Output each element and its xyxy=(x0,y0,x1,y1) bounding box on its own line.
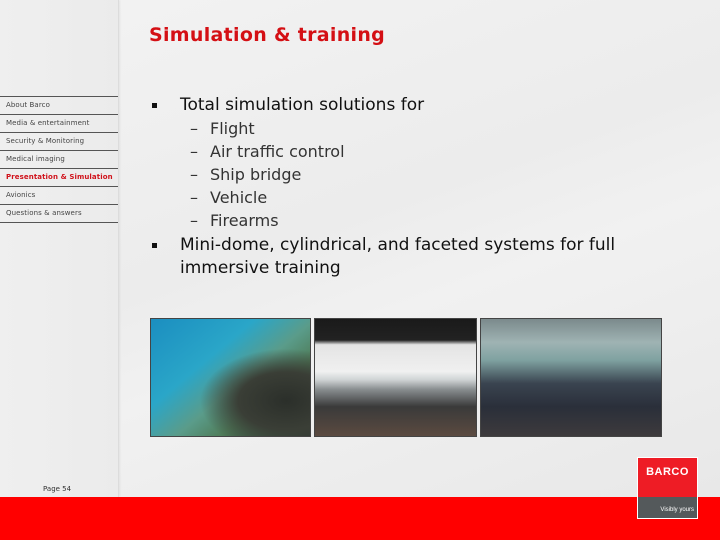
bullet-item: Total simulation solutions for xyxy=(149,94,709,117)
sub-bullet-text: Firearms xyxy=(210,211,279,230)
dash-icon: – xyxy=(190,142,198,161)
sub-bullet-item: – Vehicle xyxy=(149,186,709,209)
dash-icon: – xyxy=(190,188,198,207)
bullet-text: Total simulation solutions for xyxy=(180,95,425,115)
dash-icon: – xyxy=(190,165,198,184)
sidebar-item-security-monitoring[interactable]: Security & Monitoring xyxy=(0,133,118,151)
sidebar-item-presentation-simulation[interactable]: Presentation & Simulation xyxy=(0,169,118,187)
sub-bullet-list: – Flight – Air traffic control – Ship br… xyxy=(149,117,709,232)
sub-bullet-text: Flight xyxy=(210,119,255,138)
bullet-text: Mini-dome, cylindrical, and faceted syst… xyxy=(180,235,616,278)
slide-title: Simulation & training xyxy=(149,24,386,46)
sidebar-item-avionics[interactable]: Avionics xyxy=(0,187,118,205)
sub-bullet-item: – Ship bridge xyxy=(149,163,709,186)
bullet-item: Mini-dome, cylindrical, and faceted syst… xyxy=(149,234,709,280)
logo-tagline-band: Visibly yours xyxy=(638,497,697,518)
sidebar-item-about-barco[interactable]: About Barco xyxy=(0,97,118,115)
square-bullet-icon xyxy=(152,243,157,248)
sidebar-item-media-entertainment[interactable]: Media & entertainment xyxy=(0,115,118,133)
sub-bullet-text: Vehicle xyxy=(210,188,268,207)
footer-bar xyxy=(0,497,720,540)
page-number: Page 54 xyxy=(43,485,72,493)
logo-tagline: Visibly yours xyxy=(660,507,694,513)
naval-training-photo xyxy=(480,318,662,437)
slide-content: Total simulation solutions for – Flight … xyxy=(149,94,709,280)
dash-icon: – xyxy=(190,211,198,230)
flight-simulator-photo xyxy=(150,318,311,437)
sidebar-item-medical-imaging[interactable]: Medical imaging xyxy=(0,151,118,169)
sub-bullet-text: Air traffic control xyxy=(210,142,345,161)
sub-bullet-item: – Firearms xyxy=(149,209,709,232)
sidebar-item-questions-answers[interactable]: Questions & answers xyxy=(0,205,118,223)
sub-bullet-item: – Air traffic control xyxy=(149,140,709,163)
ship-bridge-simulator-photo xyxy=(314,318,477,437)
sidebar: About Barco Media & entertainment Securi… xyxy=(0,0,119,497)
logo-wordmark: BARCO xyxy=(646,466,689,478)
sidebar-nav: About Barco Media & entertainment Securi… xyxy=(0,96,118,223)
square-bullet-icon xyxy=(152,103,157,108)
dash-icon: – xyxy=(190,119,198,138)
barco-logo: BARCO Visibly yours xyxy=(637,457,698,519)
sub-bullet-item: – Flight xyxy=(149,117,709,140)
sub-bullet-text: Ship bridge xyxy=(210,165,302,184)
